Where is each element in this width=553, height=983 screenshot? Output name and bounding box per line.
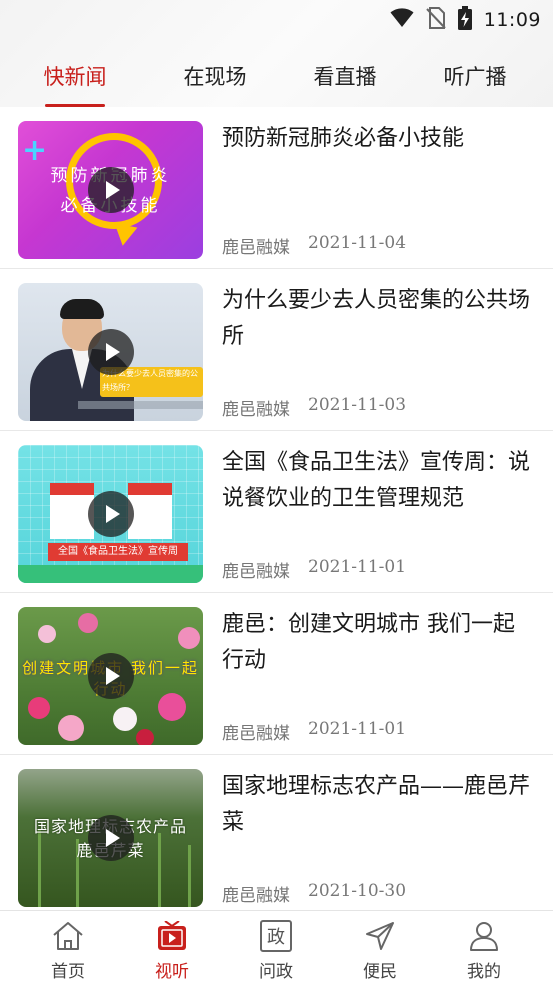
nav-label: 问政 <box>259 962 293 982</box>
news-date: 2021-11-01 <box>308 557 407 577</box>
play-icon[interactable] <box>87 653 134 699</box>
video-tv-icon <box>155 919 189 953</box>
play-icon[interactable] <box>87 329 134 375</box>
news-source: 鹿邑融媒 <box>222 724 290 744</box>
status-icons: 11:09 <box>390 6 541 34</box>
flower-decoration <box>58 715 84 741</box>
nav-politics[interactable]: 政 问政 <box>224 911 328 983</box>
bottom-nav: 首页 视听 政 问政 便民 我的 <box>0 910 553 983</box>
news-source: 鹿邑融媒 <box>222 400 290 420</box>
tab-label: 快新闻 <box>43 65 107 89</box>
flower-decoration <box>136 729 154 745</box>
flower-decoration <box>178 627 200 649</box>
play-icon[interactable] <box>87 167 134 213</box>
news-source: 鹿邑融媒 <box>222 562 290 582</box>
news-source: 鹿邑融媒 <box>222 238 290 258</box>
nav-label: 便民 <box>363 962 397 982</box>
wifi-icon <box>390 8 414 32</box>
screen: 11:09 快新闻 在现场 看直播 听广播 + 预防新冠肺炎必备小技能 鹿邑融媒… <box>0 0 553 983</box>
tab-label: 在现场 <box>183 65 247 89</box>
thumbnail-caption: 全国《食品卫生法》宣传周 <box>48 543 188 561</box>
video-thumbnail[interactable]: + 预防新冠肺炎 必备小技能 <box>18 121 203 259</box>
nav-label: 我的 <box>467 962 501 982</box>
video-thumbnail[interactable]: 国家地理标志农产品 鹿邑芹菜 <box>18 769 203 907</box>
news-meta: 鹿邑融媒 2021-11-01 <box>222 557 406 582</box>
play-icon[interactable] <box>87 815 134 861</box>
flower-decoration <box>28 697 50 719</box>
nav-label: 视听 <box>155 962 189 982</box>
no-sim-icon <box>426 7 446 33</box>
news-item[interactable]: + 预防新冠肺炎 必备小技能 预防新冠肺炎必备小技能 鹿邑融媒 2021-11-… <box>0 107 553 269</box>
tab-label: 看直播 <box>313 65 377 89</box>
nav-convenience[interactable]: 便民 <box>328 911 432 983</box>
tab-on-site[interactable]: 在现场 <box>150 52 280 107</box>
news-title[interactable]: 为什么要少去人员密集的公共场所 <box>222 283 532 355</box>
video-thumbnail[interactable]: 为什么要少去人员密集的公共场所？ <box>18 283 203 421</box>
news-source: 鹿邑融媒 <box>222 886 290 906</box>
news-item[interactable]: 为什么要少去人员密集的公共场所？ 为什么要少去人员密集的公共场所 鹿邑融媒 20… <box>0 269 553 431</box>
news-title[interactable]: 全国《食品卫生法》宣传周：说说餐饮业的卫生管理规范 <box>222 445 532 517</box>
news-meta: 鹿邑融媒 2021-11-01 <box>222 719 406 744</box>
play-icon[interactable] <box>87 491 134 537</box>
news-date: 2021-11-01 <box>308 719 407 739</box>
politics-glyph: 政 <box>267 927 285 948</box>
flower-decoration <box>38 625 56 643</box>
news-meta: 鹿邑融媒 2021-10-30 <box>222 881 406 906</box>
news-item[interactable]: 创建文明城市 我们一起行动 鹿邑：创建文明城市 我们一起行动 鹿邑融媒 2021… <box>0 593 553 755</box>
news-title[interactable]: 预防新冠肺炎必备小技能 <box>222 121 532 157</box>
nav-audio-video[interactable]: 视听 <box>120 911 224 983</box>
subtitle-strip <box>78 401 203 409</box>
news-title[interactable]: 国家地理标志农产品——鹿邑芹菜 <box>222 769 532 841</box>
nav-home[interactable]: 首页 <box>16 911 120 983</box>
tab-label: 听广播 <box>443 65 507 89</box>
nav-label: 首页 <box>51 962 85 982</box>
nav-mine[interactable]: 我的 <box>432 911 536 983</box>
status-time: 11:09 <box>483 9 541 31</box>
tab-quick-news[interactable]: 快新闻 <box>0 52 150 107</box>
status-bar: 11:09 <box>0 0 553 40</box>
news-meta: 鹿邑融媒 2021-11-04 <box>222 233 406 258</box>
battery-charging-icon <box>457 6 472 34</box>
news-item[interactable]: 国家地理标志农产品 鹿邑芹菜 国家地理标志农产品——鹿邑芹菜 鹿邑融媒 2021… <box>0 755 553 917</box>
news-meta: 鹿邑融媒 2021-11-03 <box>222 395 406 420</box>
footer-strip <box>18 565 203 583</box>
politics-icon: 政 <box>259 919 293 953</box>
news-item[interactable]: 全国《食品卫生法》宣传周 全国《食品卫生法》宣传周：说说餐饮业的卫生管理规范 鹿… <box>0 431 553 593</box>
flower-decoration <box>113 707 137 731</box>
news-title[interactable]: 鹿邑：创建文明城市 我们一起行动 <box>222 607 532 679</box>
presenter-figure <box>60 299 104 319</box>
home-icon <box>51 919 85 953</box>
tab-live[interactable]: 看直播 <box>280 52 410 107</box>
header-band: 11:09 快新闻 在现场 看直播 听广播 <box>0 0 553 107</box>
flower-decoration <box>78 613 98 633</box>
tab-bar: 快新闻 在现场 看直播 听广播 <box>0 52 553 107</box>
video-thumbnail[interactable]: 创建文明城市 我们一起行动 <box>18 607 203 745</box>
tab-radio[interactable]: 听广播 <box>410 52 540 107</box>
news-date: 2021-11-03 <box>308 395 407 415</box>
video-thumbnail[interactable]: 全国《食品卫生法》宣传周 <box>18 445 203 583</box>
news-date: 2021-10-30 <box>308 881 407 901</box>
news-date: 2021-11-04 <box>308 233 407 253</box>
send-icon <box>363 919 397 953</box>
user-icon <box>467 919 501 953</box>
news-list: + 预防新冠肺炎 必备小技能 预防新冠肺炎必备小技能 鹿邑融媒 2021-11-… <box>0 107 553 917</box>
calendar-icon <box>128 483 172 539</box>
